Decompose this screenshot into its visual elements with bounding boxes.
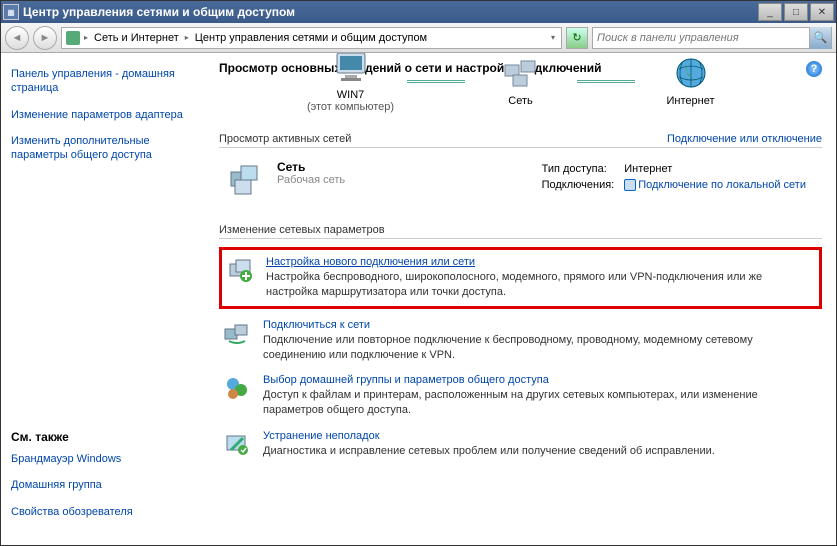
navigation-bar: ◄ ► ▸ Сеть и Интернет ▸ Центр управления… (1, 23, 836, 53)
network-map: WIN7 (этот компьютер) Сеть Интернет (219, 53, 822, 113)
computer-icon (330, 53, 372, 87)
change-settings-section: Изменение сетевых параметров Настройка н… (219, 224, 822, 465)
map-pc-name: WIN7 (301, 89, 401, 101)
change-settings-label: Изменение сетевых параметров (219, 224, 391, 236)
breadcrumb-item-network[interactable]: Сеть и Интернет (90, 32, 183, 44)
main-content: ? Просмотр основных сведений о сети и на… (205, 53, 836, 545)
access-type-value: Интернет (624, 162, 814, 176)
breadcrumb[interactable]: ▸ Сеть и Интернет ▸ Центр управления сет… (61, 27, 562, 49)
settings-item-title[interactable]: Выбор домашней группы и параметров общег… (263, 374, 549, 386)
settings-item-desc: Доступ к файлам и принтерам, расположенн… (263, 388, 818, 418)
map-connector (407, 80, 465, 83)
chevron-right-icon: ▸ (82, 33, 90, 42)
network-devices-icon (500, 55, 542, 93)
lan-connection-link[interactable]: Подключение по локальной сети (638, 179, 806, 191)
connect-disconnect-link[interactable]: Подключение или отключение (667, 133, 822, 145)
settings-item-title[interactable]: Подключиться к сети (263, 319, 370, 331)
maximize-button[interactable]: □ (784, 3, 808, 21)
sidebar-link-homegroup[interactable]: Домашняя группа (11, 478, 195, 492)
search-button[interactable]: 🔍 (809, 27, 831, 49)
back-button[interactable]: ◄ (5, 26, 29, 50)
see-also-heading: См. также (11, 430, 195, 444)
map-internet-label: Интернет (641, 95, 741, 107)
active-network-name: Сеть (277, 160, 345, 174)
map-node-this-pc: WIN7 (этот компьютер) (301, 53, 401, 113)
sidebar-link-advanced-sharing[interactable]: Изменить дополнительные параметры общего… (11, 134, 195, 163)
map-network-label: Сеть (471, 95, 571, 107)
settings-item-desc: Подключение или повторное подключение к … (263, 333, 818, 363)
chevron-down-icon[interactable]: ▾ (549, 33, 557, 42)
map-node-network: Сеть (471, 55, 571, 107)
sidebar-link-internet-options[interactable]: Свойства обозревателя (11, 505, 195, 519)
new-connection-icon (226, 256, 254, 284)
minimize-button[interactable]: _ (758, 3, 782, 21)
access-type-label: Тип доступа: (542, 162, 623, 176)
settings-item-new-connection[interactable]: Настройка нового подключения или сети На… (219, 247, 822, 309)
window-title: Центр управления сетями и общим доступом (23, 5, 756, 19)
search-box[interactable]: 🔍 (592, 27, 832, 49)
connections-label: Подключения: (542, 178, 623, 192)
system-icon: ▦ (3, 4, 19, 20)
map-connector (577, 80, 635, 83)
active-networks-label: Просмотр активных сетей (219, 133, 357, 145)
active-network-type[interactable]: Рабочая сеть (277, 174, 345, 186)
refresh-button[interactable]: ↻ (566, 27, 588, 49)
settings-item-desc: Диагностика и исправление сетевых пробле… (263, 444, 715, 459)
map-node-internet: Интернет (641, 55, 741, 107)
network-icon (225, 160, 265, 200)
homegroup-icon (223, 374, 251, 402)
settings-item-connect-network[interactable]: Подключиться к сети Подключение или повт… (219, 313, 822, 369)
troubleshoot-icon (223, 430, 251, 458)
breadcrumb-item-center[interactable]: Центр управления сетями и общим доступом (191, 32, 431, 44)
settings-item-title[interactable]: Устранение неполадок (263, 430, 380, 442)
active-networks-section: Просмотр активных сетей Подключение или … (219, 133, 822, 204)
network-category-icon (66, 31, 80, 45)
globe-icon (670, 55, 712, 93)
help-icon[interactable]: ? (806, 61, 822, 77)
settings-item-title[interactable]: Настройка нового подключения или сети (266, 256, 475, 268)
settings-item-homegroup[interactable]: Выбор домашней группы и параметров общег… (219, 368, 822, 424)
connect-network-icon (223, 319, 251, 347)
chevron-right-icon: ▸ (183, 33, 191, 42)
forward-button[interactable]: ► (33, 26, 57, 50)
map-pc-sub: (этот компьютер) (301, 101, 401, 113)
network-details-table: Тип доступа: Интернет Подключения: Подкл… (540, 160, 816, 194)
window-titlebar: ▦ Центр управления сетями и общим доступ… (1, 1, 836, 23)
sidebar: Панель управления - домашняя страница Из… (1, 53, 205, 545)
settings-item-troubleshoot[interactable]: Устранение неполадок Диагностика и испра… (219, 424, 822, 465)
lan-connection-icon (624, 179, 636, 191)
settings-item-desc: Настройка беспроводного, широкополосного… (266, 270, 815, 300)
sidebar-link-firewall[interactable]: Брандмауэр Windows (11, 452, 195, 466)
sidebar-link-home[interactable]: Панель управления - домашняя страница (11, 67, 195, 96)
sidebar-link-adapter-settings[interactable]: Изменение параметров адаптера (11, 108, 195, 122)
close-button[interactable]: ✕ (810, 3, 834, 21)
search-input[interactable] (593, 32, 809, 44)
